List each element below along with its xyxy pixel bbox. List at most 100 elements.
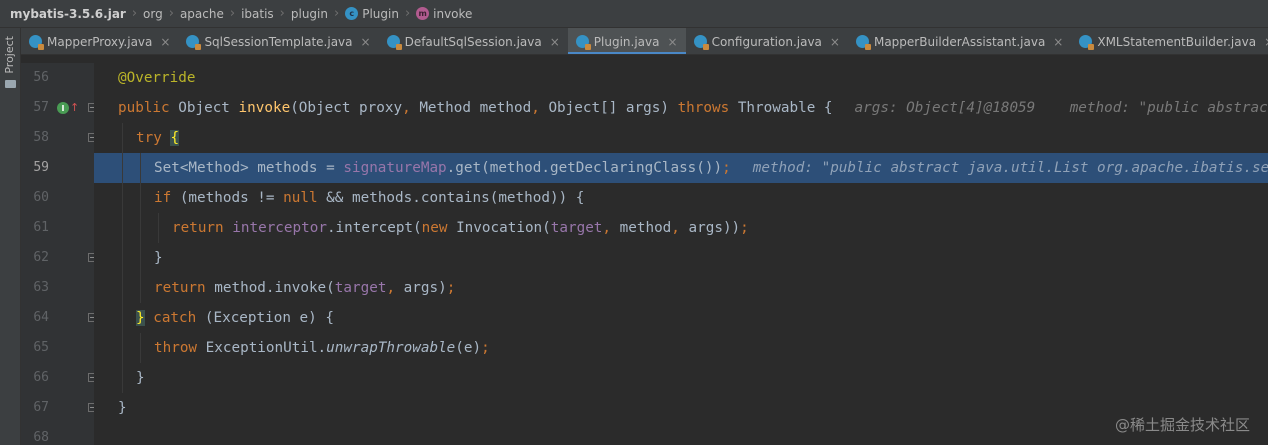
code-line[interactable]	[94, 423, 1268, 445]
code-line[interactable]: if (methods != null && methods.contains(…	[94, 183, 1268, 213]
tab-label: XMLStatementBuilder.java	[1097, 34, 1257, 49]
code-token: new	[421, 220, 457, 236]
editor-tab[interactable]: Plugin.java ×	[567, 28, 686, 54]
tab-label: MapperProxy.java	[47, 34, 153, 49]
code-text: @Override	[118, 63, 195, 93]
tab-label: Plugin.java	[593, 34, 660, 49]
folder-icon[interactable]	[5, 80, 16, 88]
line-number[interactable]: 58	[21, 123, 49, 153]
close-icon[interactable]: ×	[830, 35, 840, 49]
code-line[interactable]: return method.invoke(target, args);	[94, 273, 1268, 303]
indent-guide	[122, 123, 123, 153]
class-icon: c	[345, 7, 359, 20]
code-token: ExceptionUtil.	[205, 340, 327, 356]
chevron-right-icon: ›	[404, 6, 411, 21]
line-number[interactable]: 57	[21, 93, 49, 123]
debugger-inline-value-hint: args: Object[4]@18059 method: "public ab…	[854, 100, 1268, 116]
code-token: Object[] args)	[548, 100, 678, 116]
code-token: ;	[722, 160, 731, 176]
line-number[interactable]: 68	[21, 423, 49, 445]
editor-tab[interactable]: SqlSessionTemplate.java ×	[178, 28, 378, 54]
indent-guide	[140, 273, 141, 303]
code-line[interactable]: }	[94, 243, 1268, 273]
breadcrumb-method-label: invoke	[433, 6, 473, 21]
code-line[interactable]: } catch (Exception e) {	[94, 303, 1268, 333]
line-number[interactable]: 66	[21, 363, 49, 393]
chevron-right-icon: ›	[131, 6, 138, 21]
code-token: ,	[602, 220, 620, 236]
java-class-file-icon	[186, 35, 202, 50]
code-line[interactable]: return interceptor.intercept(new Invocat…	[94, 213, 1268, 243]
code-line[interactable]: }	[94, 363, 1268, 393]
code-token: .intercept(	[326, 220, 422, 236]
code-editor[interactable]: @Override public Object invoke(Object pro…	[94, 63, 1268, 445]
close-icon[interactable]: ×	[160, 35, 170, 49]
chevron-right-icon: ›	[168, 6, 174, 21]
code-token: (methods !=	[179, 190, 284, 206]
breadcrumb-class-label: Plugin	[362, 6, 399, 21]
breadcrumb-package-plugin[interactable]: plugin	[291, 7, 328, 21]
line-number[interactable]: 63	[21, 273, 49, 303]
indent-guide	[140, 183, 141, 213]
code-line[interactable]: throw ExceptionUtil.unwrapThrowable(e);	[94, 333, 1268, 363]
breadcrumb-method[interactable]: m invoke	[416, 7, 472, 21]
line-number[interactable]: 65	[21, 333, 49, 363]
close-icon[interactable]: ×	[668, 35, 678, 49]
code-token: target	[334, 280, 387, 296]
code-token: ,	[402, 100, 420, 116]
code-token: return	[172, 220, 233, 236]
editor-tab[interactable]: XMLStatementBuilder.java ×	[1071, 28, 1268, 54]
indent-guide	[122, 243, 123, 273]
close-icon[interactable]: ×	[1053, 35, 1063, 49]
line-number[interactable]: 62	[21, 243, 49, 273]
code-token: }	[154, 250, 163, 266]
editor-tab[interactable]: Configuration.java ×	[686, 28, 848, 54]
code-token: @Override	[118, 70, 196, 86]
code-token: }	[136, 310, 145, 326]
implements-method-icon[interactable]: I	[57, 102, 69, 114]
close-icon[interactable]: ×	[1264, 35, 1268, 49]
line-number[interactable]: 60	[21, 183, 49, 213]
watermark: @稀土掘金技术社区	[1114, 416, 1250, 434]
code-token: ,	[671, 220, 689, 236]
code-line[interactable]: try {	[94, 123, 1268, 153]
code-text: }	[154, 243, 163, 273]
code-token: }	[118, 400, 127, 416]
code-token: ,	[531, 100, 549, 116]
project-tool-button[interactable]: Project	[3, 36, 16, 74]
editor-tab[interactable]: DefaultSqlSession.java ×	[379, 28, 568, 54]
code-line[interactable]: public Object invoke(Object proxy, Metho…	[94, 93, 1268, 123]
current-execution-line[interactable]: Set<Method> methods = signatureMap.get(m…	[94, 153, 1268, 183]
code-text: try {	[136, 123, 180, 153]
code-token: && methods.contains(method)) {	[326, 190, 585, 206]
editor-tab[interactable]: MapperProxy.java ×	[21, 28, 178, 54]
code-token: ;	[740, 220, 749, 236]
breadcrumb-class[interactable]: c Plugin	[345, 7, 399, 21]
breadcrumb-package-apache[interactable]: apache	[180, 7, 224, 21]
line-number[interactable]: 56	[21, 63, 49, 93]
code-token: ,	[386, 280, 404, 296]
editor-tab[interactable]: MapperBuilderAssistant.java ×	[848, 28, 1071, 54]
line-number[interactable]: 64	[21, 303, 49, 333]
code-token: if	[154, 190, 180, 206]
code-line[interactable]: }	[94, 393, 1268, 423]
line-number[interactable]: 61	[21, 213, 49, 243]
code-token: throw	[154, 340, 206, 356]
chevron-right-icon: ›	[334, 6, 340, 21]
code-line[interactable]: @Override	[94, 63, 1268, 93]
breadcrumb-package-org[interactable]: org	[143, 7, 163, 21]
line-number[interactable]: 67	[21, 393, 49, 423]
line-number-gutter[interactable]: 56 57 I ↑ 58 59 60 61 62 63 64 65 66 67 68	[21, 63, 97, 445]
chevron-right-icon: ›	[279, 6, 285, 21]
code-token: public	[118, 100, 179, 116]
code-text: if (methods != null && methods.contains(…	[154, 183, 584, 213]
breadcrumb-jar[interactable]: mybatis-3.5.6.jar	[10, 7, 126, 21]
line-number[interactable]: 59	[21, 153, 49, 183]
close-icon[interactable]: ×	[361, 35, 371, 49]
breadcrumb-package-ibatis[interactable]: ibatis	[241, 7, 274, 21]
indent-guide	[122, 363, 123, 393]
go-to-super-arrow-icon[interactable]: ↑	[70, 102, 79, 114]
code-token: ;	[446, 280, 456, 296]
close-icon[interactable]: ×	[550, 35, 560, 49]
